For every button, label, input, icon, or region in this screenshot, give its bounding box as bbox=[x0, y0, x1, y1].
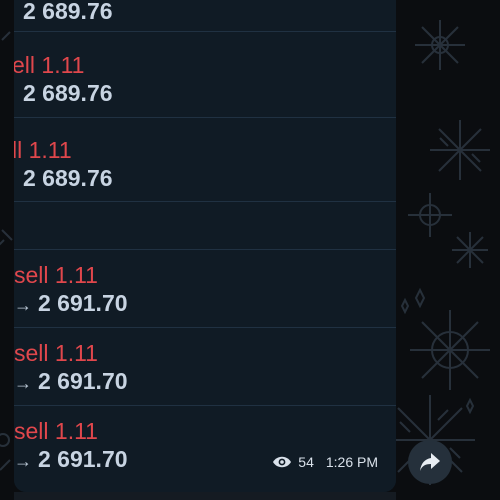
message-time: 1:26 PM bbox=[325, 454, 378, 470]
eye-icon bbox=[273, 456, 292, 468]
share-arrow-icon bbox=[420, 453, 440, 471]
price-text: → 2 691.70 bbox=[14, 368, 128, 395]
message-meta: 54 1:26 PM bbox=[272, 454, 378, 470]
message-row bbox=[14, 202, 396, 250]
sell-text: ell 1.11 bbox=[14, 52, 85, 78]
message-row: 2 689.76 bbox=[14, 0, 396, 32]
price-text: 2 689.76 bbox=[23, 0, 113, 24]
price-value: 2 691.70 bbox=[38, 290, 128, 316]
sell-text: sell 1.11 bbox=[14, 340, 98, 366]
price-text: → 2 691.70 bbox=[14, 446, 128, 473]
price-text: 2 689.76 bbox=[23, 165, 113, 191]
arrow-right-icon: → bbox=[14, 295, 32, 315]
sell-text: ll 1.11 bbox=[14, 137, 72, 163]
next-message-edge bbox=[14, 492, 396, 500]
message-row: sell 1.11 → 2 691.70 bbox=[14, 406, 396, 492]
message-row: ell 1.11 2 689.76 bbox=[14, 32, 396, 118]
message-row: sell 1.11 → 2 691.70 bbox=[14, 250, 396, 328]
arrow-right-icon: → bbox=[14, 451, 32, 471]
arrow-right-icon: → bbox=[14, 373, 32, 393]
message-row: sell 1.11 → 2 691.70 bbox=[14, 328, 396, 406]
share-button[interactable] bbox=[408, 440, 452, 484]
message-row: ll 1.11 2 689.76 bbox=[14, 118, 396, 202]
price-value: 2 691.70 bbox=[38, 446, 128, 472]
sell-text: sell 1.11 bbox=[14, 262, 98, 288]
price-value: 2 691.70 bbox=[38, 368, 128, 394]
view-count: 54 bbox=[298, 454, 314, 470]
price-text: 2 689.76 bbox=[23, 80, 113, 106]
price-text: → 2 691.70 bbox=[14, 290, 128, 317]
message-bubble: 2 689.76 ell 1.11 2 689.76 ll 1.11 2 689… bbox=[14, 0, 396, 492]
sell-text: sell 1.11 bbox=[14, 418, 98, 444]
